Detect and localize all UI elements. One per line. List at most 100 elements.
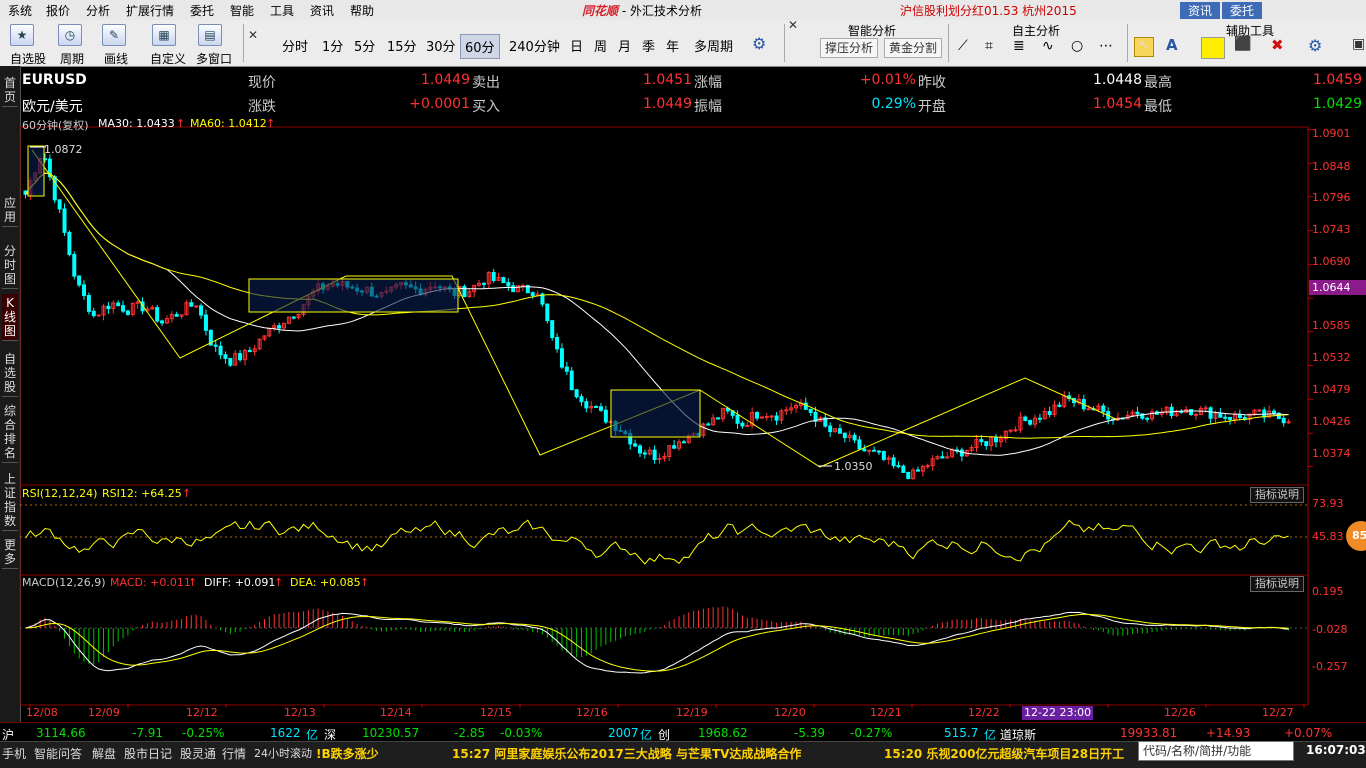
candle-body — [569, 370, 574, 391]
candle-body — [106, 305, 111, 310]
x-date-label: 12/15 — [480, 706, 512, 719]
candle-body — [745, 424, 750, 427]
candle-body — [672, 445, 677, 449]
rsi-legend: RSI(12,12,24) — [22, 487, 98, 500]
x-date-label: 12/13 — [284, 706, 316, 719]
candle-body — [1193, 413, 1198, 416]
status-tab[interactable]: 手机 — [2, 745, 26, 762]
index-amount: 1622 — [270, 726, 301, 740]
status-tab[interactable]: 股灵通 — [180, 745, 216, 762]
candle-body — [199, 305, 204, 316]
news-ticker[interactable]: 15:20 乐视200亿元超级汽车项目28日开工 — [884, 745, 1124, 762]
index-pct: -0.25% — [182, 726, 225, 740]
status-tab[interactable]: 24小时滚动 — [254, 745, 312, 761]
candle-body — [1228, 416, 1233, 421]
index-value: 1968.62 — [698, 726, 748, 740]
candle-body — [116, 302, 121, 307]
candle-body — [642, 452, 647, 455]
candle-body — [803, 402, 808, 410]
candle-body — [545, 303, 550, 322]
candle-body — [774, 415, 779, 421]
candle-body — [189, 302, 194, 307]
candle-body — [530, 292, 535, 296]
x-date-label: 12/21 — [870, 706, 902, 719]
macd-tick-label: 0.195 — [1312, 585, 1344, 598]
candle-body — [506, 282, 511, 287]
low-annotation: 1.0350 — [834, 460, 873, 473]
candle-body — [1023, 416, 1028, 421]
candle-body — [896, 465, 901, 468]
high-annotation: 1.0872 — [44, 143, 83, 156]
status-tab[interactable]: 解盘 — [92, 745, 116, 762]
macd-value: MACD: +0.011 — [110, 576, 191, 589]
candle-body — [1028, 419, 1033, 425]
y-tick-label: 1.0585 — [1312, 319, 1351, 332]
candle-body — [1281, 417, 1286, 424]
rsi-help-button[interactable]: 指标说明 — [1250, 487, 1304, 503]
candle-body — [1271, 410, 1276, 414]
candle-body — [511, 285, 516, 293]
candle-body — [862, 448, 867, 452]
y-tick-label: 1.0479 — [1312, 383, 1351, 396]
macd-help-button[interactable]: 指标说明 — [1250, 576, 1304, 592]
y-tick-label: 1.0901 — [1312, 127, 1351, 140]
status-tab[interactable]: 智能问答 — [34, 745, 82, 762]
x-date-label: 12/09 — [88, 706, 120, 719]
y-tick-label: 1.0690 — [1312, 255, 1351, 268]
candle-body — [603, 409, 608, 423]
candle-body — [223, 354, 228, 359]
rsi-value: RSI12: +64.25 — [102, 487, 182, 500]
rsi-tick-label: 45.83 — [1312, 530, 1344, 543]
candle-body — [857, 439, 862, 450]
chart-canvas[interactable] — [0, 0, 1366, 767]
candle-body — [716, 417, 721, 420]
candle-body — [925, 465, 930, 468]
candle-body — [881, 450, 886, 460]
news-ticker[interactable]: !B跌多涨少 — [316, 745, 379, 762]
x-date-label: 12/26 — [1164, 706, 1196, 719]
candle-body — [764, 415, 769, 418]
candle-body — [91, 310, 96, 317]
highlight-box — [248, 278, 459, 313]
candle-body — [57, 199, 62, 210]
candle-body — [984, 441, 989, 447]
candle-body — [852, 434, 857, 441]
dea-line — [25, 613, 1289, 672]
candle-body — [784, 409, 789, 412]
dea-value: DEA: +0.085 — [290, 576, 361, 589]
macd-legend: MACD(12,26,9) — [22, 576, 106, 589]
news-ticker[interactable]: 15:27 阿里家庭娱乐公布2017三大战略 与芒果TV达成战略合作 — [452, 745, 801, 762]
candle-body — [579, 396, 584, 403]
status-tab[interactable]: 股市日记 — [124, 745, 172, 762]
candle-body — [652, 449, 657, 461]
candle-body — [740, 422, 745, 427]
up-arrow-icon: ↑ — [188, 576, 198, 589]
macd-tick-label: -0.028 — [1312, 623, 1348, 636]
candle-body — [637, 445, 642, 454]
candle-body — [555, 336, 560, 350]
candle-body — [1047, 410, 1052, 416]
candle-body — [633, 443, 638, 447]
index-change: -5.39 — [794, 726, 826, 740]
up-arrow-icon: ↑ — [182, 487, 192, 500]
candle-body — [872, 449, 877, 452]
candle-body — [769, 415, 774, 418]
candle-body — [96, 314, 101, 317]
candle-body — [906, 471, 911, 479]
index-change: -7.91 — [132, 726, 164, 740]
x-date-label: 12/14 — [380, 706, 412, 719]
candle-body — [1203, 407, 1208, 410]
macd-tick-label: -0.257 — [1312, 660, 1348, 673]
highlight-box — [610, 389, 701, 438]
candle-body — [1037, 417, 1042, 420]
candle-body — [62, 208, 67, 233]
status-tab[interactable]: 行情 — [222, 745, 246, 762]
ma60-legend: MA60: 1.0412 — [190, 117, 267, 130]
candle-body — [979, 439, 984, 443]
search-input[interactable]: 代码/名称/简拼/功能 — [1138, 741, 1294, 761]
rsi-tick-label: 73.93 — [1312, 497, 1344, 510]
candle-body — [67, 231, 72, 256]
diff-value: DIFF: +0.091 — [204, 576, 276, 589]
candle-body — [125, 310, 130, 315]
index-pct: -0.03% — [500, 726, 543, 740]
